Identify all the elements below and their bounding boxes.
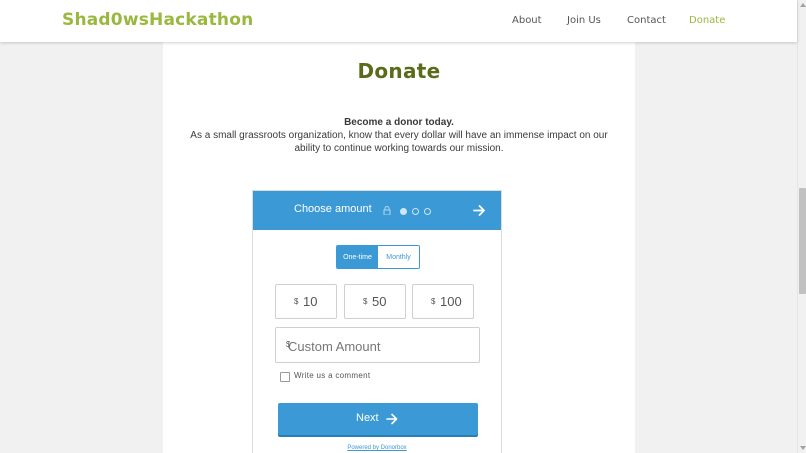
comment-label[interactable]: Write us a comment [294, 371, 370, 380]
step-dot-1 [400, 208, 407, 215]
lock-icon [383, 206, 391, 215]
frequency-toggle: One-time Monthly [336, 245, 420, 269]
intro-body: As a small grassroots organization, know… [190, 130, 608, 154]
currency-symbol: $ [294, 297, 299, 306]
scroll-up-arrow-icon[interactable] [800, 3, 806, 7]
amount-option-50[interactable]: $ 50 [344, 284, 406, 319]
arrow-right-icon[interactable] [473, 204, 486, 217]
step-dot-2 [412, 208, 419, 215]
frequency-monthly[interactable]: Monthly [378, 246, 419, 268]
scroll-down-arrow-icon[interactable] [800, 446, 806, 450]
page-title: Donate [357, 59, 441, 83]
custom-amount-input[interactable] [288, 335, 473, 357]
next-button-label: Next [356, 412, 379, 424]
comment-checkbox[interactable] [280, 372, 290, 382]
nav-link-contact[interactable]: Contact [627, 15, 666, 26]
top-navbar: Shad0wsHackathon About Join Us Contact D… [0, 0, 797, 42]
page-scrollbar[interactable] [797, 0, 806, 453]
custom-amount-field: $ [275, 327, 480, 363]
nav-link-join-us[interactable]: Join Us [567, 15, 601, 26]
widget-header-title: Choose amount [294, 203, 372, 215]
donation-widget: Choose amount One-time Monthly $ 10 $ 50 [252, 190, 502, 453]
currency-symbol: $ [431, 297, 436, 306]
brand-logo-text[interactable]: Shad0wsHackathon [62, 10, 253, 30]
widget-header: Choose amount [253, 191, 501, 230]
amount-option-10[interactable]: $ 10 [275, 284, 337, 319]
powered-by-link[interactable]: Powered by Donorbox [253, 445, 501, 451]
currency-symbol: $ [363, 297, 368, 306]
nav-link-about[interactable]: About [512, 15, 542, 26]
scrollbar-thumb[interactable] [799, 188, 806, 294]
arrow-right-icon [386, 413, 398, 425]
amount-value: 50 [372, 294, 387, 309]
amount-value: 100 [440, 294, 462, 309]
nav-link-donate[interactable]: Donate [689, 15, 725, 26]
frequency-one-time[interactable]: One-time [337, 246, 378, 268]
amount-value: 10 [303, 294, 318, 309]
content-card: Donate Become a donor today. As a small … [163, 42, 635, 453]
step-dot-3 [424, 208, 431, 215]
intro-text: Become a donor today. As a small grassro… [181, 116, 617, 155]
amount-option-100[interactable]: $ 100 [412, 284, 474, 319]
intro-lead: Become a donor today. [344, 117, 454, 128]
next-button[interactable]: Next [278, 403, 478, 435]
